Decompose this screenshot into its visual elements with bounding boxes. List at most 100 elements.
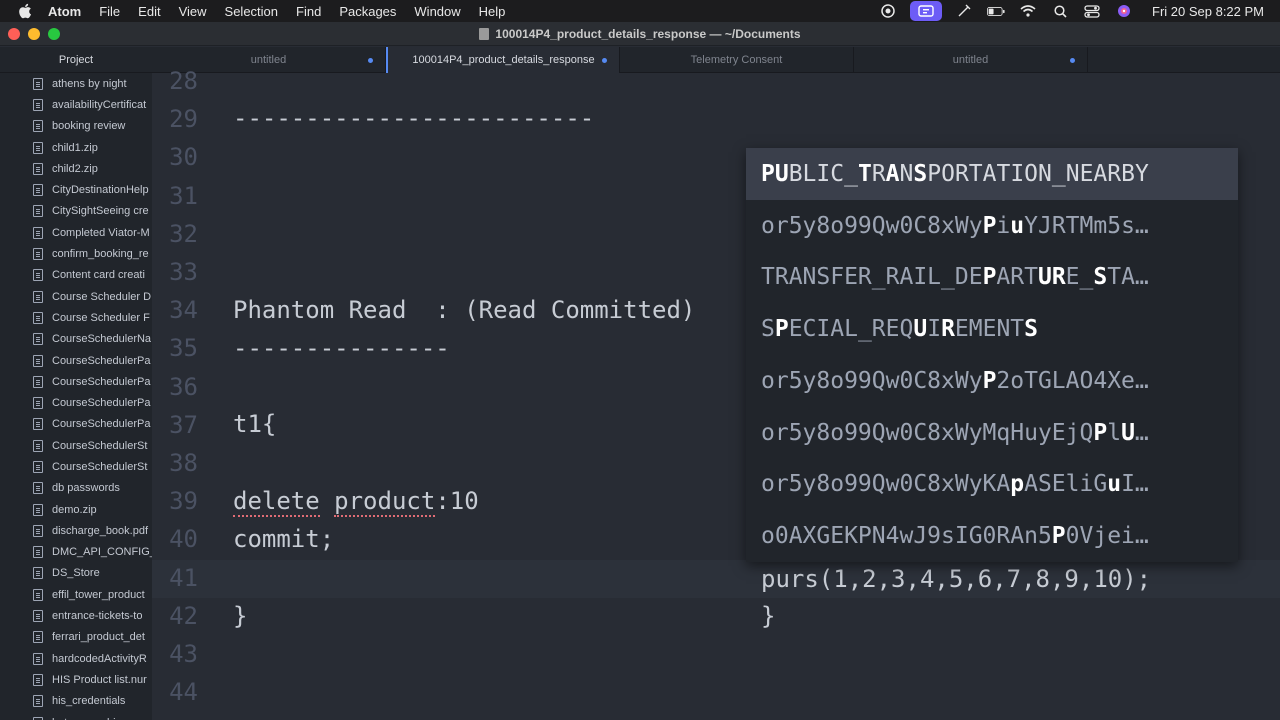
battery-icon[interactable]	[987, 4, 1005, 18]
code-line-39[interactable]: delete product:10	[233, 482, 479, 520]
tree-file-item[interactable]: Completed Viator-M	[0, 222, 152, 243]
file-icon	[33, 524, 43, 537]
tree-file-item[interactable]: booking review	[0, 116, 152, 137]
match-highlight: UR	[1037, 264, 1066, 291]
modified-indicator-icon[interactable]	[1070, 58, 1075, 63]
siri-icon[interactable]	[1115, 4, 1133, 18]
menu-help[interactable]: Help	[479, 4, 506, 19]
tree-file-item[interactable]: DS_Store	[0, 563, 152, 584]
tree-file-item[interactable]: CourseSchedulerNa	[0, 329, 152, 350]
tab-product-details-response[interactable]: 100014P4_product_details_response	[386, 47, 620, 73]
file-icon	[33, 354, 43, 367]
file-icon	[33, 290, 43, 303]
tree-file-item[interactable]: effil_tower_product	[0, 584, 152, 605]
code-line-35[interactable]: ---------------	[233, 329, 450, 367]
match-highlight: P	[774, 316, 789, 343]
tree-file-item[interactable]: child2.zip	[0, 158, 152, 179]
tree-file-item[interactable]: CourseSchedulerPa	[0, 371, 152, 392]
file-icon	[33, 460, 43, 473]
menu-app-atom[interactable]: Atom	[48, 4, 81, 19]
tree-file-item[interactable]: CourseSchedulerSt	[0, 456, 152, 477]
minimize-window-icon[interactable]	[28, 28, 40, 40]
menu-window[interactable]: Window	[414, 4, 460, 19]
tree-file-label: CourseSchedulerSt	[52, 439, 148, 452]
tree-file-label: CourseSchedulerPa	[52, 418, 151, 431]
file-icon	[33, 120, 43, 133]
tree-file-item[interactable]: availabilityCertificat	[0, 94, 152, 115]
tree-file-item[interactable]: Content card creati	[0, 265, 152, 286]
tree-file-label: entrance-tickets-to	[52, 610, 143, 623]
tree-file-item[interactable]: Course Scheduler F	[0, 307, 152, 328]
line-number: 38	[169, 449, 198, 477]
screen-share-icon[interactable]	[910, 1, 942, 21]
misspelled-word[interactable]: product	[334, 487, 436, 517]
tree-file-item[interactable]: CityDestinationHelp	[0, 179, 152, 200]
tree-file-item[interactable]: CitySightSeeing cre	[0, 201, 152, 222]
tree-file-label: CourseSchedulerPa	[52, 375, 151, 388]
match-highlight: u	[1010, 212, 1025, 239]
tree-file-item[interactable]: hotpos_arabie	[0, 712, 152, 720]
control-center-icon[interactable]	[1083, 4, 1101, 18]
menu-packages[interactable]: Packages	[339, 4, 396, 19]
tree-file-item[interactable]: demo.zip	[0, 499, 152, 520]
tree-header[interactable]: Project	[0, 47, 152, 73]
autocomplete-suggestion[interactable]: or5y8o99Qw0C8xWy P 2oTGLAO4Xe…	[746, 355, 1238, 407]
tree-file-item[interactable]: child1.zip	[0, 137, 152, 158]
autocomplete-suggestion[interactable]: or5y8o99Qw0C8xWy Pi u YJRTMm5s…	[746, 200, 1238, 252]
tree-file-item[interactable]: athens by night	[0, 73, 152, 94]
tree-file-item[interactable]: DMC_API_CONFIG_	[0, 542, 152, 563]
wifi-icon[interactable]	[1019, 4, 1037, 18]
code-line-41[interactable]: purs(1,2,3,4,5,6,7,8,9,10);	[761, 560, 1151, 598]
file-list: athens by night availabilityCertificat boo…	[0, 73, 152, 720]
suggestion-text: I…	[1121, 471, 1149, 498]
menu-file[interactable]: File	[99, 4, 120, 19]
menu-find[interactable]: Find	[296, 4, 321, 19]
menu-edit[interactable]: Edit	[138, 4, 160, 19]
tree-file-item[interactable]: CourseSchedulerPa	[0, 350, 152, 371]
tree-file-item[interactable]: CourseSchedulerSt	[0, 435, 152, 456]
autocomplete-suggestion[interactable]: S P ECIAL_REQ U I R EMENT S	[746, 303, 1238, 355]
tree-file-item[interactable]: discharge_book.pdf	[0, 520, 152, 541]
tree-file-item[interactable]: ferrari_product_det	[0, 627, 152, 648]
menu-view[interactable]: View	[179, 4, 207, 19]
autocomplete-suggestion[interactable]: TRANSFER_RAIL_DE P ART UR E_ S TA…	[746, 252, 1238, 304]
code-line-29[interactable]: -------------------------	[233, 99, 594, 137]
tree-file-item[interactable]: his_credentials	[0, 691, 152, 712]
autocomplete-suggestion[interactable]: or5y8o99Qw0C8xWyKA p ASEliG u I…	[746, 459, 1238, 511]
apple-logo-icon[interactable]	[18, 3, 32, 19]
tree-file-item[interactable]: db passwords	[0, 478, 152, 499]
match-highlight: S	[1093, 264, 1108, 291]
autocomplete-suggestion[interactable]: o0AXGEKPN4wJ9sIG0RAn5 P 0Vjei…	[746, 510, 1238, 562]
code-token: :10	[435, 487, 479, 515]
code-line-42[interactable]: }	[233, 597, 247, 635]
code-line-37[interactable]: t1{	[233, 405, 276, 443]
zoom-window-icon[interactable]	[48, 28, 60, 40]
autocomplete-suggestion[interactable]: or5y8o99Qw0C8xWyMqHuyEjQ Pl U…	[746, 407, 1238, 459]
close-window-icon[interactable]	[8, 28, 20, 40]
tab-bar: untitled 100014P4_product_details_respon…	[152, 47, 1280, 73]
search-icon[interactable]	[1051, 4, 1069, 18]
autocomplete-suggestion[interactable]: PU BLIC_ T R A N S PORTATION_NEARBY	[746, 148, 1238, 200]
misspelled-word[interactable]: delete	[233, 487, 320, 517]
code-line-40[interactable]: commit;	[233, 520, 334, 558]
modified-indicator-icon[interactable]	[602, 58, 607, 63]
tree-file-item[interactable]: CourseSchedulerPa	[0, 414, 152, 435]
tree-file-item[interactable]: CourseSchedulerPa	[0, 392, 152, 413]
creative-cloud-icon[interactable]	[879, 4, 897, 18]
code-line-42-right[interactable]: }	[761, 597, 775, 635]
code-line-34[interactable]: Phantom Read : (Read Committed)	[233, 291, 695, 329]
tree-file-item[interactable]: HIS Product list.nur	[0, 669, 152, 690]
pen-tool-icon[interactable]	[955, 4, 973, 18]
tree-file-item[interactable]: confirm_booking_re	[0, 243, 152, 264]
tab-telemetry-consent[interactable]: Telemetry Consent	[620, 47, 854, 73]
tab-untitled-2[interactable]: untitled	[854, 47, 1088, 73]
file-icon	[33, 567, 43, 580]
tree-file-item[interactable]: hardcodedActivityR	[0, 648, 152, 669]
modified-indicator-icon[interactable]	[368, 58, 373, 63]
tree-file-item[interactable]: entrance-tickets-to	[0, 605, 152, 626]
line-number: 36	[169, 372, 198, 401]
tree-file-item[interactable]: Course Scheduler D	[0, 286, 152, 307]
menu-selection[interactable]: Selection	[225, 4, 278, 19]
match-highlight: A	[885, 160, 900, 187]
menubar-clock[interactable]: Fri 20 Sep 8:22 PM	[1152, 4, 1264, 19]
